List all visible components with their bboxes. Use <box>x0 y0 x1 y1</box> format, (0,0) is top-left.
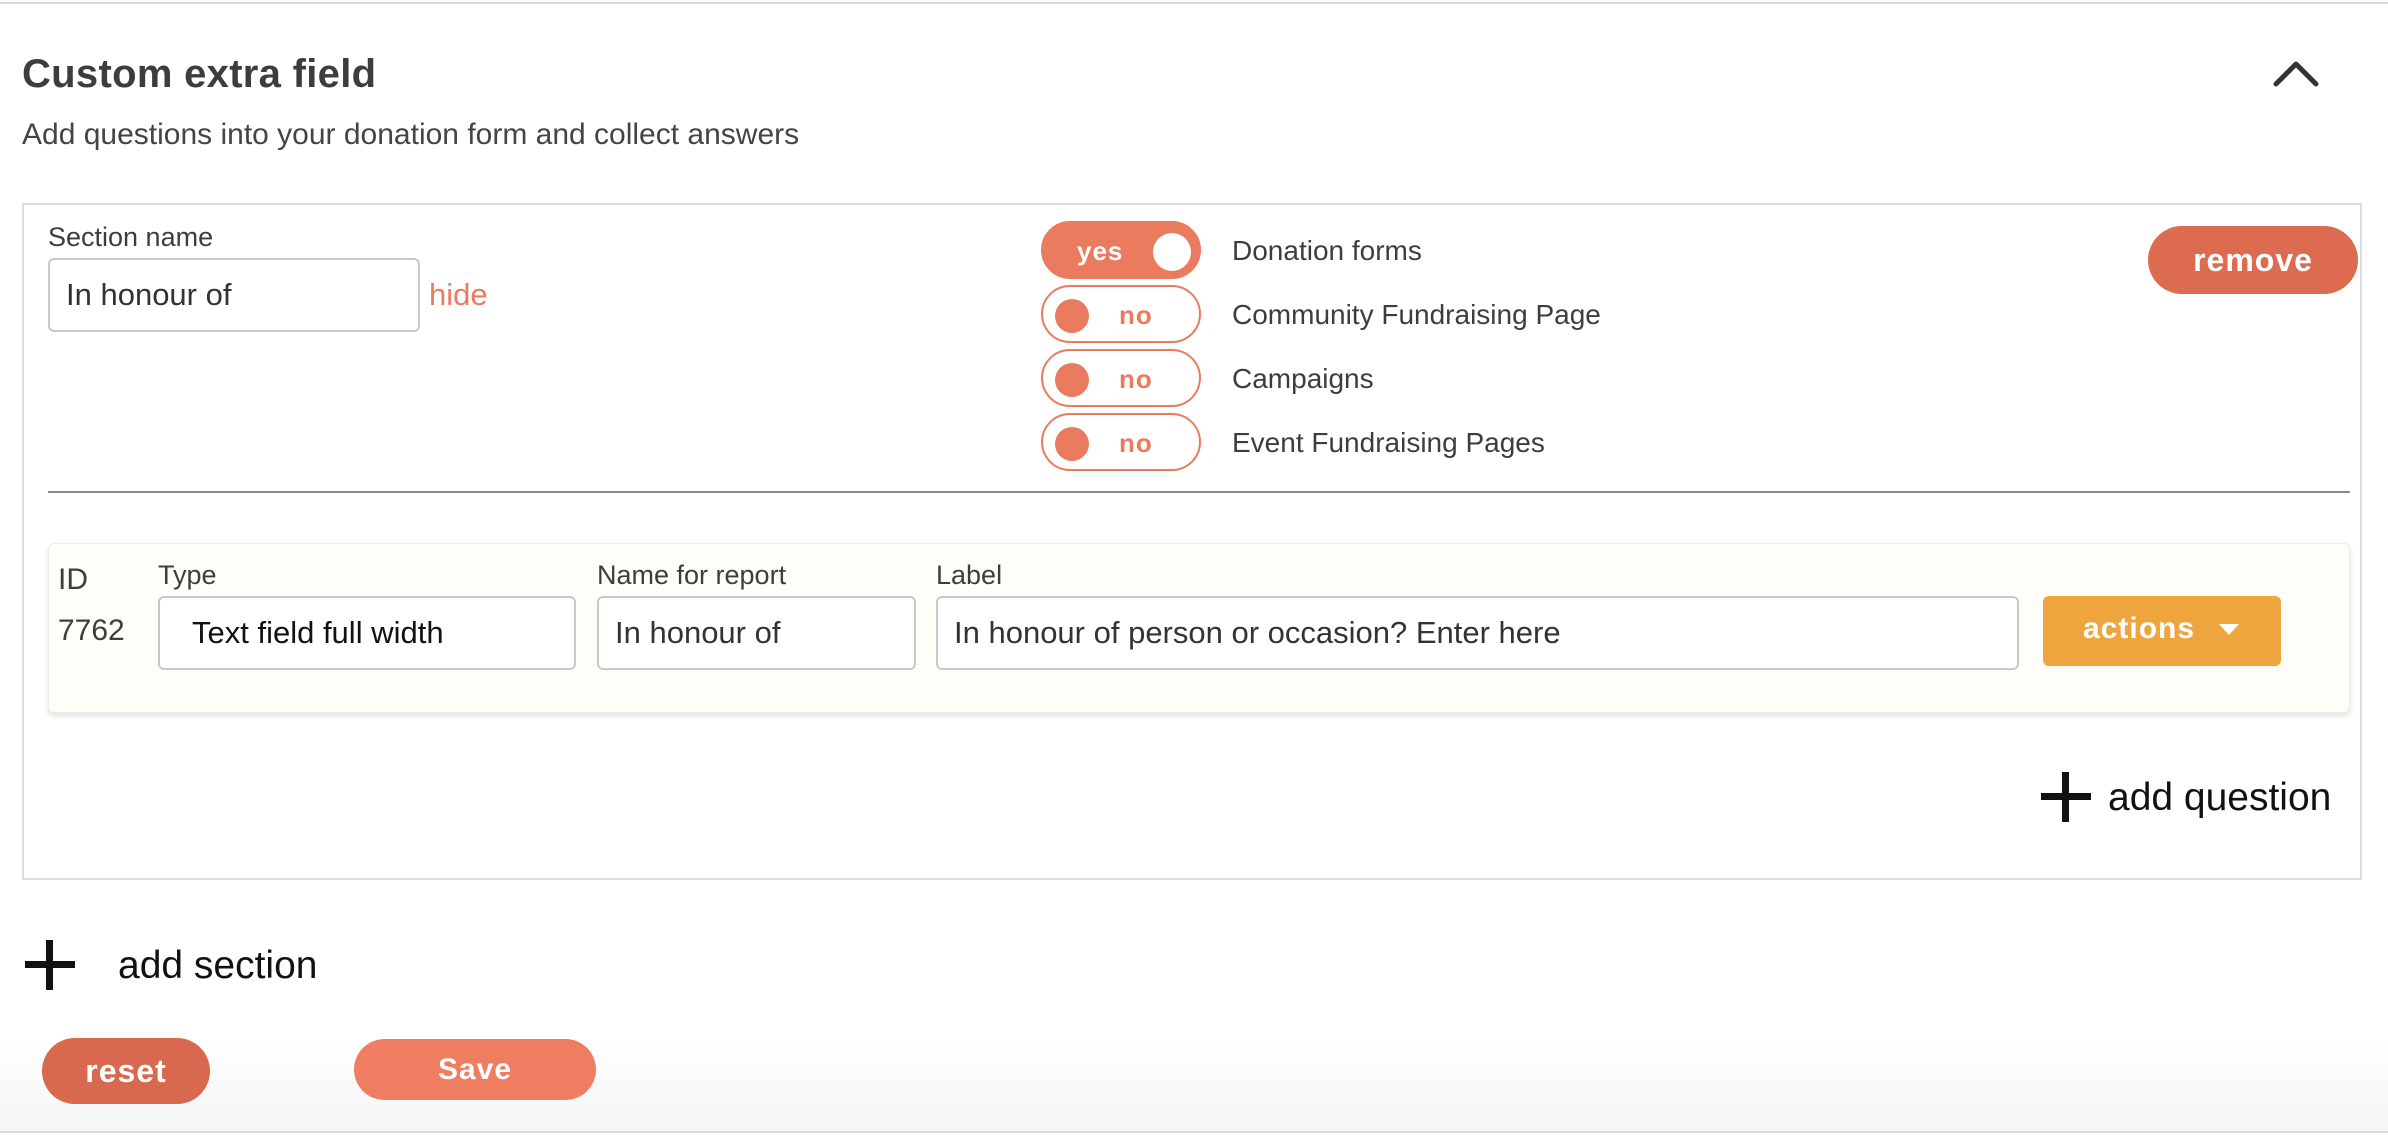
reset-button[interactable]: reset <box>42 1038 210 1104</box>
plus-icon[interactable] <box>25 940 75 990</box>
add-section-button[interactable]: add section <box>118 944 317 988</box>
chevron-up-icon[interactable] <box>2268 52 2324 92</box>
save-button[interactable]: Save <box>354 1039 596 1100</box>
actions-dropdown-button[interactable]: actions <box>2043 596 2281 666</box>
bottom-divider <box>0 1131 2388 1133</box>
section-name-label: Section name <box>48 222 214 252</box>
toggle-state: yes <box>1077 236 1124 266</box>
toggle-knob <box>1055 363 1089 397</box>
section-name-input[interactable] <box>48 258 420 332</box>
question-id-value: 7762 <box>58 614 125 647</box>
toggle-community-fundraising-page[interactable]: no <box>1041 285 1201 343</box>
name-for-report-input[interactable] <box>597 596 916 670</box>
plus-icon[interactable] <box>2041 772 2091 822</box>
toggle-state: no <box>1119 364 1153 394</box>
remove-section-button[interactable]: remove <box>2148 226 2358 294</box>
question-label-label: Label <box>936 560 1003 590</box>
toggle-state: no <box>1119 428 1153 458</box>
name-for-report-label: Name for report <box>597 560 787 590</box>
toggle-donation-forms[interactable]: yes <box>1041 221 1201 279</box>
page-title: Custom extra field <box>22 52 377 96</box>
toggle-caption-donation-forms: Donation forms <box>1232 235 1422 266</box>
question-type-select[interactable] <box>158 596 576 670</box>
top-divider <box>0 2 2388 4</box>
hide-link[interactable]: hide <box>429 277 488 313</box>
section-divider <box>48 491 2350 493</box>
toggle-knob <box>1153 233 1191 271</box>
actions-label: actions <box>2083 612 2196 645</box>
toggle-caption-campaigns: Campaigns <box>1232 363 1374 394</box>
question-label-input[interactable] <box>936 596 2019 670</box>
question-type-label: Type <box>158 560 217 590</box>
add-question-button[interactable]: add question <box>2108 776 2331 820</box>
question-id-label: ID <box>58 563 88 596</box>
toggle-state: no <box>1119 300 1153 330</box>
toggle-knob <box>1055 427 1089 461</box>
toggle-caption-event-fundraising-pages: Event Fundraising Pages <box>1232 427 1545 458</box>
toggle-campaigns[interactable]: no <box>1041 349 1201 407</box>
toggle-caption-community-fundraising-page: Community Fundraising Page <box>1232 299 1601 330</box>
page-subtitle: Add questions into your donation form an… <box>22 118 800 151</box>
toggle-knob <box>1055 299 1089 333</box>
caret-down-icon <box>2219 624 2239 635</box>
toggle-event-fundraising-pages[interactable]: no <box>1041 413 1201 471</box>
